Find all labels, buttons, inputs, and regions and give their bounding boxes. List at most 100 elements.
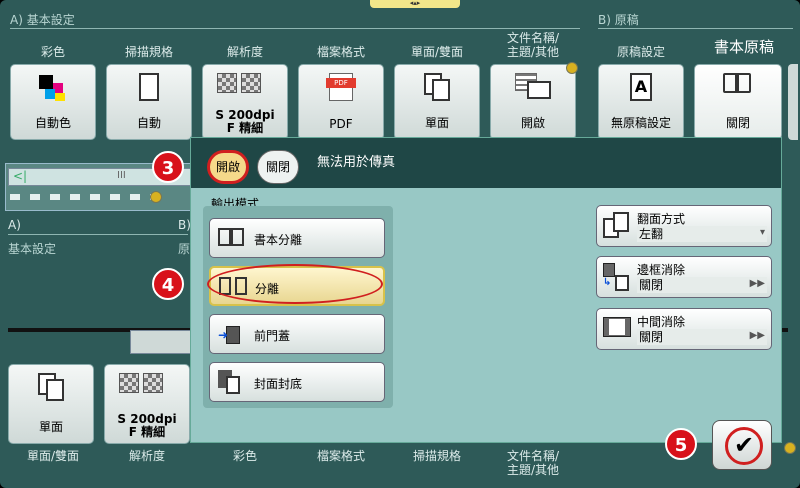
fax-unavailable-note: 無法用於傳真	[317, 155, 396, 170]
top-handle[interactable]: ◂▴▸	[370, 0, 460, 8]
tile-value: 單面	[424, 116, 449, 130]
page-icon	[139, 73, 159, 101]
tile-value: 單面	[38, 420, 63, 434]
label-doc-name: 文件名稱/ 主題/其他	[506, 31, 560, 59]
book-split-button[interactable]: 書本分離	[209, 218, 385, 258]
tile-value: PDF	[329, 117, 353, 131]
label-simplex-duplex: 單面/雙面	[410, 45, 464, 59]
label-book-original: 書本原稿	[713, 38, 774, 56]
dropdown-arrow-icon: ▾	[759, 227, 765, 238]
split-pages-icon	[219, 275, 249, 299]
bottom-label-scan-size: 掃描規格	[412, 449, 461, 463]
bottom-label-simplex-duplex: 單面/雙面	[26, 449, 80, 463]
original-settings-tile[interactable]: A 無原稿設定	[598, 64, 684, 140]
tile-value: 關閉	[725, 116, 750, 130]
bottom-label-color: 彩色	[232, 449, 257, 463]
pdf-icon: PDF	[326, 73, 356, 101]
tile-value: S 200dpi F 精細	[117, 412, 177, 439]
bottom-resolution-tile[interactable]: S 200dpi F 精細	[104, 364, 190, 444]
divider	[8, 234, 188, 235]
scroll-grip-icon[interactable]: III	[117, 170, 126, 181]
status-dot-icon	[566, 62, 578, 74]
left-a-sub: 基本設定	[8, 242, 57, 256]
center-erase-icon	[603, 315, 631, 339]
page-dot-icon	[150, 191, 162, 203]
frame-erase-icon: ↳	[603, 263, 631, 293]
tile-value: 開啟	[520, 116, 545, 130]
left-b: B)	[178, 218, 191, 232]
page-turn-button[interactable]: 翻面方式 左翻 ▾	[596, 205, 772, 247]
resolution-icon	[117, 373, 177, 397]
split-button[interactable]: 分離	[209, 266, 385, 306]
scroll-left-icon[interactable]: <|	[13, 169, 27, 183]
step-badge-5: 5	[665, 428, 697, 460]
bottom-simplex-tile[interactable]: 單面	[8, 364, 94, 444]
bottom-label-resolution: 解析度	[128, 449, 165, 463]
book-icon	[218, 226, 246, 250]
status-dot-icon	[784, 442, 796, 454]
resolution-tile[interactable]: S 200dpi F 精細	[202, 64, 288, 140]
setting-value: 左翻	[637, 226, 767, 242]
setting-title: 翻面方式	[637, 212, 686, 226]
scan-size-tile[interactable]: 自動	[106, 64, 192, 140]
tile-value: 自動色	[34, 116, 71, 130]
tile-value: S 200dpi F 精細	[215, 108, 275, 135]
frame-erase-button[interactable]: ↳ 邊框消除 關閉 ▶▶	[596, 256, 772, 298]
front-cover-button[interactable]: ➜ 前門蓋	[209, 314, 385, 354]
mode-label: 前門蓋	[254, 329, 291, 343]
cover-back-icon	[218, 370, 246, 396]
page-turn-icon	[603, 212, 631, 240]
partial-tile[interactable]	[788, 64, 798, 140]
doc-name-tile[interactable]: 開啟	[490, 64, 576, 140]
divider	[598, 28, 793, 29]
forward-arrow-icon: ▶▶	[749, 330, 765, 341]
mode-label: 書本分離	[254, 233, 303, 247]
envelope-icon	[515, 73, 551, 99]
simplex-icon	[38, 373, 64, 401]
setting-title: 中間消除	[637, 315, 686, 329]
center-erase-button[interactable]: 中間消除 關閉 ▶▶	[596, 308, 772, 350]
checkmark-icon: ✔	[725, 427, 763, 465]
auto-color-icon	[39, 75, 67, 103]
tile-value: 無原稿設定	[610, 116, 671, 130]
step-badge-4: 4	[152, 268, 184, 300]
cover-back-button[interactable]: 封面封底	[209, 362, 385, 402]
setting-value: 關閉	[637, 329, 767, 345]
label-original-settings: 原稿設定	[616, 45, 665, 59]
bottom-label-file-type: 檔案格式	[316, 449, 365, 463]
front-cover-icon: ➜	[218, 322, 246, 348]
ok-button[interactable]: ✔	[712, 420, 772, 470]
left-b-sub: 原	[178, 242, 191, 256]
pdf-icon-text: PDF	[326, 78, 356, 88]
setting-value: 關閉	[637, 277, 767, 293]
file-type-tile[interactable]: PDF PDF	[298, 64, 384, 140]
panel-header: 開啟 關閉 無法用於傳真	[191, 138, 781, 188]
bottom-label-doc-name: 文件名稱/ 主題/其他	[506, 449, 560, 477]
page-indicator	[10, 194, 160, 200]
simplex-icon	[424, 73, 450, 101]
label-color: 彩色	[40, 45, 65, 59]
label-file-type: 檔案格式	[316, 45, 365, 59]
copier-screen: ◂▴▸ A) 基本設定 B) 原稿 彩色 掃描規格 解析度 檔案格式 單面/雙面…	[0, 0, 800, 488]
tile-value: 自動	[136, 116, 161, 130]
step-badge-3: 3	[152, 151, 184, 183]
off-toggle-button[interactable]: 關閉	[257, 150, 299, 184]
section-a-header: A) 基本設定	[10, 13, 75, 27]
label-scan-size: 掃描規格	[124, 45, 173, 59]
original-a-icon: A	[630, 73, 652, 101]
book-icon	[723, 73, 753, 97]
on-toggle-button[interactable]: 開啟	[207, 150, 249, 184]
left-a: A)	[8, 218, 21, 232]
color-tile[interactable]: 自動色	[10, 64, 96, 140]
book-original-panel: 開啟 關閉 無法用於傳真 輸出模式 書本分離 分離 ➜ 前門蓋 封面封底 翻面方…	[190, 137, 782, 443]
divider	[10, 28, 580, 29]
book-original-tile[interactable]: 關閉	[694, 64, 782, 140]
mode-label: 封面封底	[254, 377, 303, 391]
mode-label: 分離	[255, 282, 280, 296]
forward-arrow-icon: ▶▶	[749, 278, 765, 289]
simplex-duplex-tile[interactable]: 單面	[394, 64, 480, 140]
resolution-icon	[215, 73, 275, 97]
section-b-header: B) 原稿	[598, 13, 639, 27]
label-resolution: 解析度	[226, 45, 263, 59]
setting-title: 邊框消除	[637, 263, 686, 277]
